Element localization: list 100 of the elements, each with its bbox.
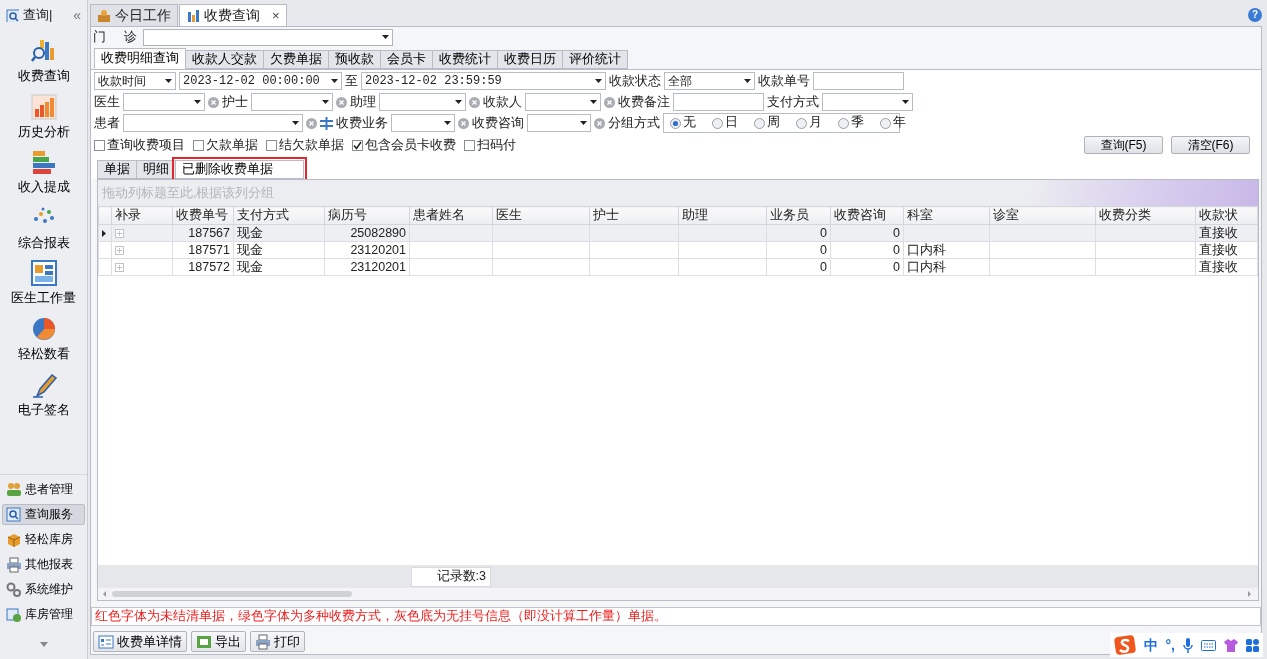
tab[interactable]: 欠费单据 — [263, 50, 329, 69]
tab[interactable]: 今日工作 — [90, 4, 178, 26]
sidebar-group[interactable]: 其他报表 — [2, 554, 85, 575]
sidebar-item[interactable]: 医生工作量 — [11, 260, 76, 306]
sidebar-group[interactable]: 患者管理 — [2, 479, 85, 500]
column-header[interactable]: 收费单号 — [172, 206, 234, 225]
column-header[interactable]: 病历号 — [324, 206, 410, 225]
row-indicator[interactable] — [98, 224, 112, 242]
clear-icon — [469, 96, 480, 108]
bar-chart-icon — [30, 93, 57, 120]
dropdown-field[interactable] — [379, 93, 466, 111]
printer-icon — [255, 633, 271, 650]
caret-icon — [595, 79, 602, 83]
sidebar-item[interactable]: 轻松数看 — [17, 315, 70, 362]
tab[interactable]: 已删除收费单据 — [175, 160, 304, 179]
dropdown-field[interactable]: 2023-12-02 00:00:00 — [179, 72, 342, 90]
dropdown-field[interactable]: 全部 — [664, 72, 755, 90]
sidebar-group[interactable]: 轻松库房 — [2, 529, 85, 550]
checkbox[interactable]: 扫码付 — [464, 137, 516, 153]
sheet-icon — [196, 633, 212, 650]
radio-option[interactable]: 年 — [880, 115, 906, 131]
tab[interactable]: 评价统计 — [562, 50, 628, 69]
tab[interactable]: 收款人交款 — [185, 50, 264, 69]
close-button[interactable]: × — [272, 7, 280, 24]
tab[interactable]: 会员卡 — [380, 50, 433, 69]
dropdown-field[interactable]: 收款时间 — [94, 72, 176, 90]
radio-option[interactable]: 无 — [670, 115, 696, 131]
tab[interactable]: 明细 — [136, 160, 176, 179]
radio-icon — [880, 117, 891, 129]
radio-icon — [754, 117, 765, 129]
radio-icon — [670, 117, 681, 129]
sidebar-group[interactable]: 系统维护 — [2, 579, 85, 600]
caret-icon — [382, 35, 389, 39]
box-icon — [6, 531, 22, 548]
tab[interactable]: 收费查询 × — [179, 4, 287, 26]
dropdown-field[interactable] — [527, 114, 591, 132]
legend-note: 红色字体为未结清单据，绿色字体为多种收费方式，灰色底为无挂号信息（即没计算工作量）单据。 — [91, 607, 1261, 626]
sidebar-item[interactable]: 历史分析 — [17, 93, 70, 140]
radio-option[interactable]: 周 — [754, 115, 780, 131]
search-icon — [6, 8, 19, 22]
query-button[interactable]: 查询(F5) — [1084, 136, 1163, 154]
grid-chart-icon — [30, 260, 57, 287]
column-header[interactable]: 护士 — [589, 206, 679, 225]
dropdown-field[interactable] — [123, 114, 303, 132]
column-header[interactable]: 补录 — [111, 206, 173, 225]
collapse-button[interactable]: « — [73, 6, 81, 24]
checkbox-icon — [464, 139, 475, 151]
printer-icon — [6, 556, 22, 573]
column-header[interactable]: 诊室 — [989, 206, 1096, 225]
column-header[interactable]: 科室 — [903, 206, 990, 225]
column-header[interactable]: 医生 — [492, 206, 590, 225]
column-header[interactable]: 收费咨询 — [830, 206, 904, 225]
microphone-icon — [1183, 637, 1193, 653]
checkbox[interactable]: 结欠款单据 — [266, 137, 344, 153]
dropdown-field[interactable] — [822, 93, 913, 111]
checkbox[interactable]: 包含会员卡收费 — [352, 137, 456, 153]
clear-button[interactable]: 清空(F6) — [1171, 136, 1250, 154]
clinic-select[interactable] — [143, 28, 393, 46]
sidebar-item[interactable]: 收入提成 — [17, 149, 70, 195]
dropdown-field[interactable] — [391, 114, 455, 132]
details-button[interactable]: 收费单详情 — [93, 631, 187, 652]
punctuation-toggle[interactable]: °, — [1165, 636, 1175, 654]
sidebar-group[interactable]: 库房管理 — [2, 604, 85, 625]
input-field[interactable] — [813, 72, 904, 90]
radio-option[interactable]: 月 — [796, 115, 822, 131]
tab[interactable]: 收费明细查询 — [94, 48, 186, 69]
print-button[interactable]: 打印 — [250, 631, 305, 652]
sidebar-item[interactable]: 综合报表 — [17, 204, 70, 251]
field-label: 分组方式 — [608, 115, 660, 131]
column-header[interactable]: 业务员 — [766, 206, 831, 225]
help-button[interactable]: ? — [1248, 8, 1262, 22]
radio-icon — [712, 117, 723, 129]
clear-icon — [208, 96, 219, 108]
column-header[interactable]: 收费分类 — [1095, 206, 1196, 225]
tab[interactable]: 收费统计 — [432, 50, 498, 69]
dropdown-field[interactable] — [123, 93, 205, 111]
dropdown-field[interactable] — [525, 93, 601, 111]
tab-label: 今日工作 — [115, 7, 171, 24]
field-label: 收费业务 — [336, 115, 388, 131]
export-button[interactable]: 导出 — [191, 631, 246, 652]
ime-mode[interactable]: 中 — [1143, 636, 1158, 654]
checkbox[interactable]: 查询收费项目 — [94, 137, 185, 153]
radio-option[interactable]: 日 — [712, 115, 738, 131]
column-header[interactable]: 助理 — [678, 206, 767, 225]
expand-icon — [115, 262, 124, 272]
column-header[interactable]: 收款状 — [1195, 206, 1258, 225]
column-header[interactable]: 患者姓名 — [409, 206, 493, 225]
sidebar-item[interactable]: 电子签名 — [17, 371, 70, 418]
sidebar-group[interactable]: 查询服务 — [2, 504, 85, 525]
tab[interactable]: 预收款 — [328, 50, 381, 69]
dropdown-field[interactable]: 2023-12-02 23:59:59 — [361, 72, 606, 90]
tab[interactable]: 收费日历 — [497, 50, 563, 69]
column-header[interactable]: 支付方式 — [233, 206, 325, 225]
tab[interactable]: 单据 — [97, 160, 137, 179]
storage-icon — [6, 606, 22, 623]
input-field[interactable] — [673, 93, 764, 111]
checkbox[interactable]: 欠款单据 — [193, 137, 258, 153]
radio-option[interactable]: 季 — [838, 115, 864, 131]
sidebar-item[interactable]: 收费查询 — [17, 38, 70, 84]
dropdown-field[interactable] — [251, 93, 333, 111]
